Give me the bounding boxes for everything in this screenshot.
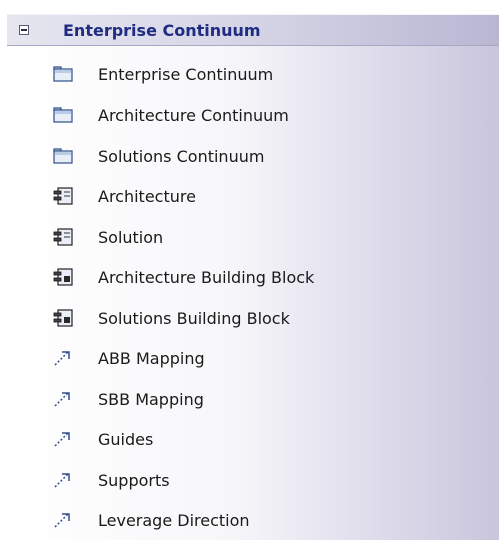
toolbox-item-architecture-continuum[interactable]: Architecture Continuum bbox=[52, 101, 472, 129]
toolbox-item-solutions-continuum[interactable]: Solutions Continuum bbox=[52, 142, 472, 170]
component-icon bbox=[53, 228, 73, 246]
toolbox-item-guides[interactable]: Guides bbox=[52, 425, 472, 453]
toolbox-item-sbb-mapping[interactable]: SBB Mapping bbox=[52, 385, 472, 413]
dashed-arrow-icon bbox=[54, 513, 70, 528]
toolbox-item-solutions-building-block[interactable]: Solutions Building Block bbox=[52, 304, 472, 332]
toolbox-item-enterprise-continuum[interactable]: Enterprise Continuum bbox=[52, 60, 472, 88]
item-label: Solutions Continuum bbox=[98, 146, 265, 166]
toolbox-item-architecture[interactable]: Architecture bbox=[52, 182, 472, 210]
building-block-icon bbox=[53, 268, 73, 286]
item-label: Enterprise Continuum bbox=[98, 64, 274, 84]
toolbox-item-architecture-building-block[interactable]: Architecture Building Block bbox=[52, 263, 472, 291]
item-label: Leverage Direction bbox=[98, 510, 250, 530]
item-label: Supports bbox=[98, 470, 170, 490]
item-label: SBB Mapping bbox=[98, 389, 204, 409]
item-label: Architecture Building Block bbox=[98, 267, 315, 287]
toolbox-panel: Enterprise Continuum Enterprise Continuu… bbox=[7, 14, 499, 540]
toolbox-item-leverage-direction[interactable]: Leverage Direction bbox=[52, 506, 472, 534]
folder-package-icon bbox=[53, 148, 73, 164]
item-label: ABB Mapping bbox=[98, 348, 205, 368]
toolbox-item-abb-mapping[interactable]: ABB Mapping bbox=[52, 344, 472, 372]
folder-package-icon bbox=[53, 66, 73, 82]
folder-package-icon bbox=[53, 107, 73, 123]
dashed-arrow-icon bbox=[54, 392, 70, 407]
toolbox-group-header[interactable]: Enterprise Continuum bbox=[7, 14, 499, 46]
dashed-arrow-icon bbox=[54, 432, 70, 447]
item-label: Architecture Continuum bbox=[98, 105, 289, 125]
dashed-arrow-icon bbox=[54, 351, 70, 366]
toolbox-item-solution[interactable]: Solution bbox=[52, 223, 472, 251]
building-block-icon bbox=[53, 309, 73, 327]
dashed-arrow-icon bbox=[54, 473, 70, 488]
group-title: Enterprise Continuum bbox=[63, 21, 261, 40]
item-label: Guides bbox=[98, 429, 154, 449]
item-label: Solutions Building Block bbox=[98, 308, 290, 328]
toolbox-item-supports[interactable]: Supports bbox=[52, 466, 472, 494]
minus-box-icon[interactable] bbox=[19, 25, 29, 35]
item-label: Architecture bbox=[98, 186, 196, 206]
component-icon bbox=[53, 187, 73, 205]
item-label: Solution bbox=[98, 227, 164, 247]
